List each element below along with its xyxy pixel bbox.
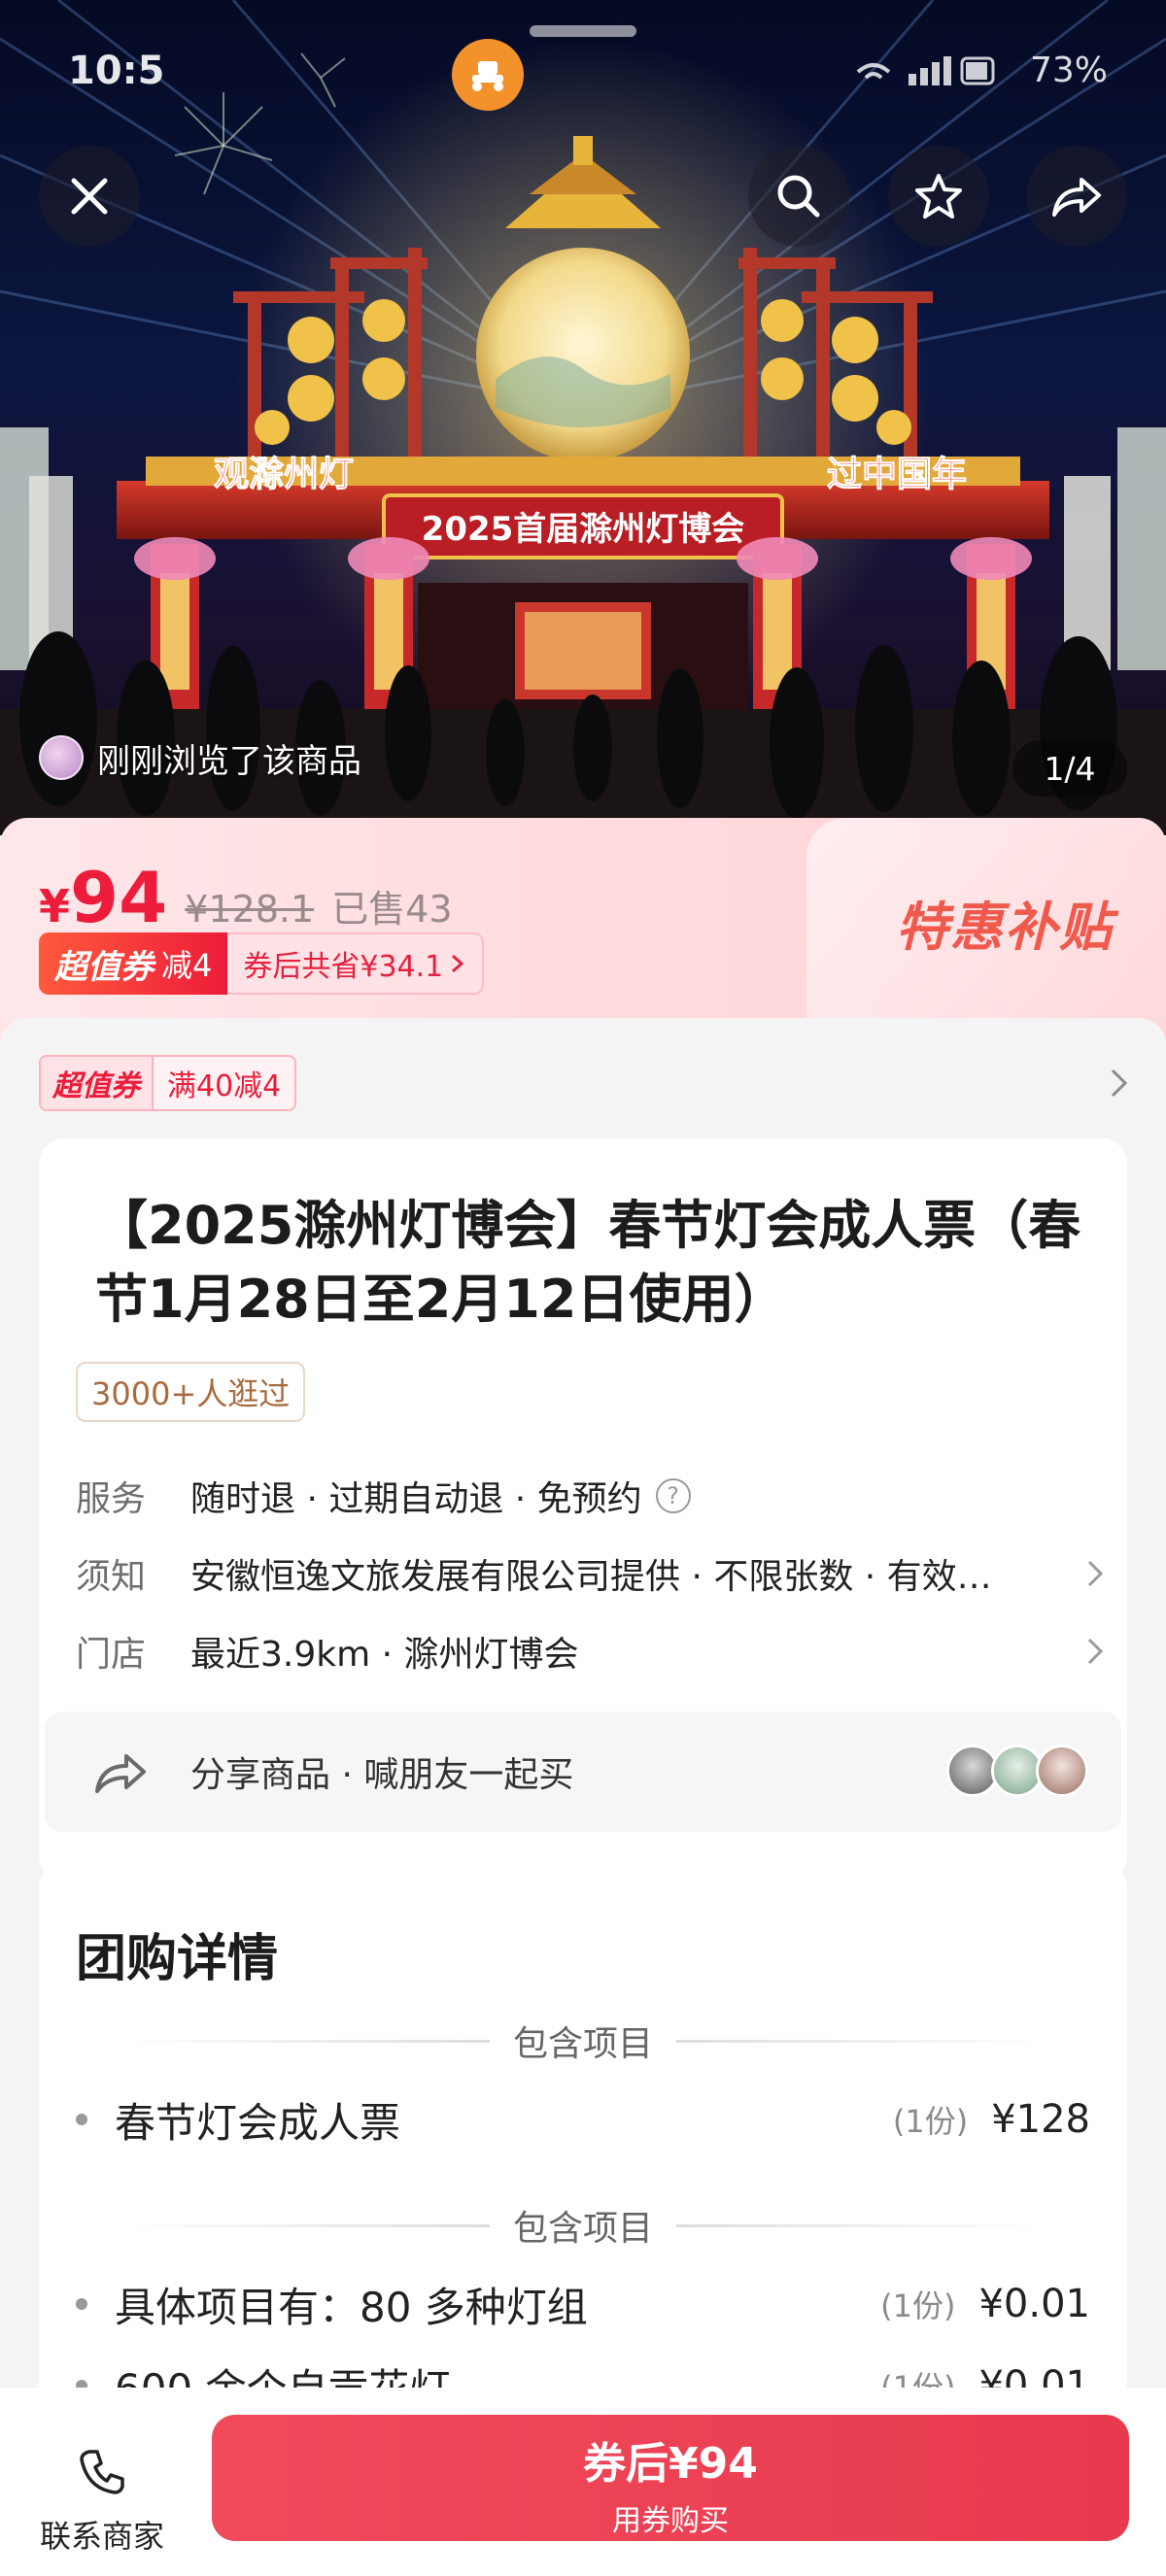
item-name: 春节灯会成人票 bbox=[115, 2098, 401, 2147]
section-heading: 包含项目 bbox=[39, 2201, 1127, 2250]
bottom-action-bar: 联系商家 券后¥94 用券购买 bbox=[0, 2388, 1166, 2576]
sold-count: 已售43 bbox=[331, 888, 453, 931]
coupon-strip[interactable]: 超值券 满40减4 bbox=[39, 1055, 297, 1111]
notice-label: 须知 bbox=[76, 1557, 147, 1597]
list-item: 具体项目有：80 多种灯组 (1份) ¥0.01 bbox=[76, 2273, 1090, 2335]
store-label: 门店 bbox=[76, 1635, 147, 1675]
buy-price-label: 券后¥94 bbox=[583, 2439, 758, 2489]
right-slogan-text: 过中国年 bbox=[827, 455, 967, 494]
group-buy-detail-card: 团购详情 包含项目 春节灯会成人票 (1份) ¥128 包含项目 具体项目有：8… bbox=[39, 1863, 1127, 2446]
status-bar: 10:5 73% bbox=[0, 39, 1166, 107]
coupon-saving[interactable]: 券后共省¥34.1 bbox=[227, 932, 485, 995]
share-text: 分享商品 · 喊朋友一起买 bbox=[190, 1755, 574, 1795]
detail-title: 团购详情 bbox=[76, 1930, 279, 1988]
buy-with-coupon-button[interactable]: 券后¥94 用券购买 bbox=[212, 2415, 1129, 2541]
original-price: ¥128.1 bbox=[185, 888, 315, 931]
notice-row[interactable]: 须知 安徽恒逸文旅发展有限公司提供 · 不限张数 · 有效期至2025年2月12… bbox=[76, 1544, 1106, 1603]
recently-viewed-text: 刚刚浏览了该商品 bbox=[97, 741, 361, 781]
item-quantity: (1份) bbox=[892, 2103, 969, 2140]
lantern-festival-photo: 2025首届滁州灯博会 观滁州灯 过中国年 bbox=[0, 0, 1166, 835]
section-heading-text: 包含项目 bbox=[512, 2024, 653, 2064]
notice-value: 安徽恒逸文旅发展有限公司提供 · 不限张数 · 有效期至2025年2月12日 bbox=[190, 1557, 1026, 1597]
contact-merchant-label: 联系商家 bbox=[39, 2518, 164, 2555]
bullet-dot bbox=[76, 2298, 87, 2310]
store-row[interactable]: 门店 最近3.9km · 滁州灯博会 bbox=[76, 1622, 1106, 1680]
section-heading-text: 包含项目 bbox=[512, 2209, 653, 2249]
item-name: 具体项目有：80 多种灯组 bbox=[115, 2283, 588, 2331]
favorite-button[interactable] bbox=[888, 146, 989, 247]
product-info-card: 【2025滁州灯博会】春节灯会成人票（春节1月28日至2月12日使用） 3000… bbox=[39, 1138, 1127, 1881]
price-banner: ¥ 94 ¥128.1 已售43 超值券 减4 券后共省¥34.1 特惠补贴 bbox=[0, 818, 1166, 1041]
delivery-badge[interactable] bbox=[452, 39, 524, 111]
share-product-row[interactable]: 分享商品 · 喊朋友一起买 bbox=[45, 1712, 1121, 1832]
battery-level: 73% bbox=[1029, 51, 1108, 90]
contact-merchant-button[interactable]: 联系商家 bbox=[27, 2446, 177, 2557]
item-price: ¥128 bbox=[991, 2097, 1090, 2142]
product-title: 【2025滁州灯博会】春节灯会成人票（春节1月28日至2月12日使用） bbox=[95, 1195, 1081, 1330]
coupon-strip-rule: 满40减4 bbox=[152, 1057, 295, 1109]
friend-avatars bbox=[946, 1745, 1092, 1799]
arch-banner-text: 2025首届滁州灯博会 bbox=[422, 510, 745, 549]
service-value: 随时退 · 过期自动退 · 免预约 bbox=[190, 1479, 642, 1519]
share-icon bbox=[1052, 178, 1101, 217]
currency-symbol: ¥ bbox=[39, 880, 71, 932]
service-label: 服务 bbox=[76, 1479, 147, 1519]
share-arrow-icon bbox=[95, 1754, 146, 1793]
section-heading: 包含项目 bbox=[39, 2017, 1127, 2065]
image-page-indicator: 1/4 bbox=[1012, 740, 1127, 797]
product-image-carousel[interactable]: 2025首届滁州灯博会 观滁州灯 过中国年 10:5 73% 刚刚浏览了该商品 … bbox=[0, 0, 1166, 835]
coupon-saving-row[interactable]: 超值券 减4 券后共省¥34.1 bbox=[39, 932, 485, 995]
item-quantity: (1份) bbox=[880, 2288, 956, 2324]
bullet-dot bbox=[76, 2114, 87, 2125]
signal-wifi-icon bbox=[856, 56, 995, 85]
current-price: 94 bbox=[70, 857, 168, 938]
close-icon bbox=[71, 178, 108, 215]
recently-viewed-notice: 刚刚浏览了该商品 bbox=[39, 730, 361, 785]
chevron-right-icon[interactable] bbox=[1108, 1067, 1131, 1100]
coupon-strip-badge: 超值券 bbox=[41, 1057, 152, 1109]
coupon-badge: 超值券 减4 bbox=[39, 932, 228, 995]
subsidy-label: 特惠补贴 bbox=[896, 897, 1114, 958]
coupon-badge-label: 超值券 bbox=[54, 947, 154, 987]
share-button[interactable] bbox=[1026, 146, 1127, 247]
coupon-discount: 减4 bbox=[161, 947, 213, 984]
search-button[interactable] bbox=[748, 146, 849, 247]
product-detail-sheet: 超值券 满40减4 【2025滁州灯博会】春节灯会成人票（春节1月28日至2月1… bbox=[0, 1018, 1166, 2446]
help-icon[interactable]: ? bbox=[655, 1478, 691, 1513]
phone-icon bbox=[80, 2450, 124, 2494]
avatar bbox=[1036, 1745, 1088, 1797]
item-price: ¥0.01 bbox=[978, 2282, 1090, 2326]
status-time: 10:5 bbox=[68, 49, 165, 93]
subsidy-panel: 特惠补贴 bbox=[806, 818, 1166, 1041]
buy-sub-label: 用券购买 bbox=[612, 2504, 729, 2538]
viewer-avatar bbox=[39, 735, 84, 780]
chevron-right-icon bbox=[1087, 1638, 1104, 1665]
price-row: ¥ 94 ¥128.1 已售43 bbox=[39, 857, 453, 938]
star-icon bbox=[915, 174, 962, 219]
visit-count-tag: 3000+人逛过 bbox=[76, 1362, 306, 1422]
service-row[interactable]: 服务 随时退 · 过期自动退 · 免预约 ? bbox=[76, 1467, 1106, 1525]
coupon-saving-text: 券后共省¥34.1 bbox=[243, 950, 444, 984]
chevron-right-icon bbox=[452, 954, 464, 973]
store-value: 最近3.9km · 滁州灯博会 bbox=[190, 1635, 579, 1675]
list-item: 春节灯会成人票 (1份) ¥128 bbox=[76, 2088, 1090, 2151]
chevron-right-icon bbox=[1087, 1560, 1104, 1587]
sheet-grab-handle[interactable] bbox=[530, 25, 636, 37]
close-button[interactable] bbox=[39, 146, 140, 247]
left-slogan-text: 观滁州灯 bbox=[214, 455, 354, 494]
search-icon bbox=[777, 175, 820, 218]
scooter-icon bbox=[472, 61, 503, 91]
